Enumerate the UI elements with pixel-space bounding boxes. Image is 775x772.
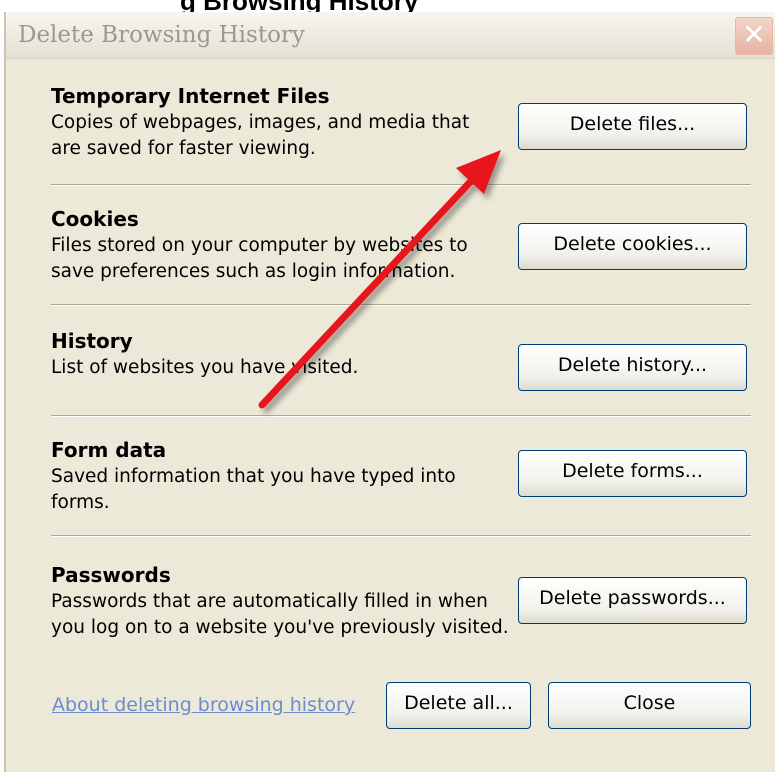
arrow-icon: [258, 150, 501, 409]
red-arrow-annotation: [258, 150, 501, 409]
